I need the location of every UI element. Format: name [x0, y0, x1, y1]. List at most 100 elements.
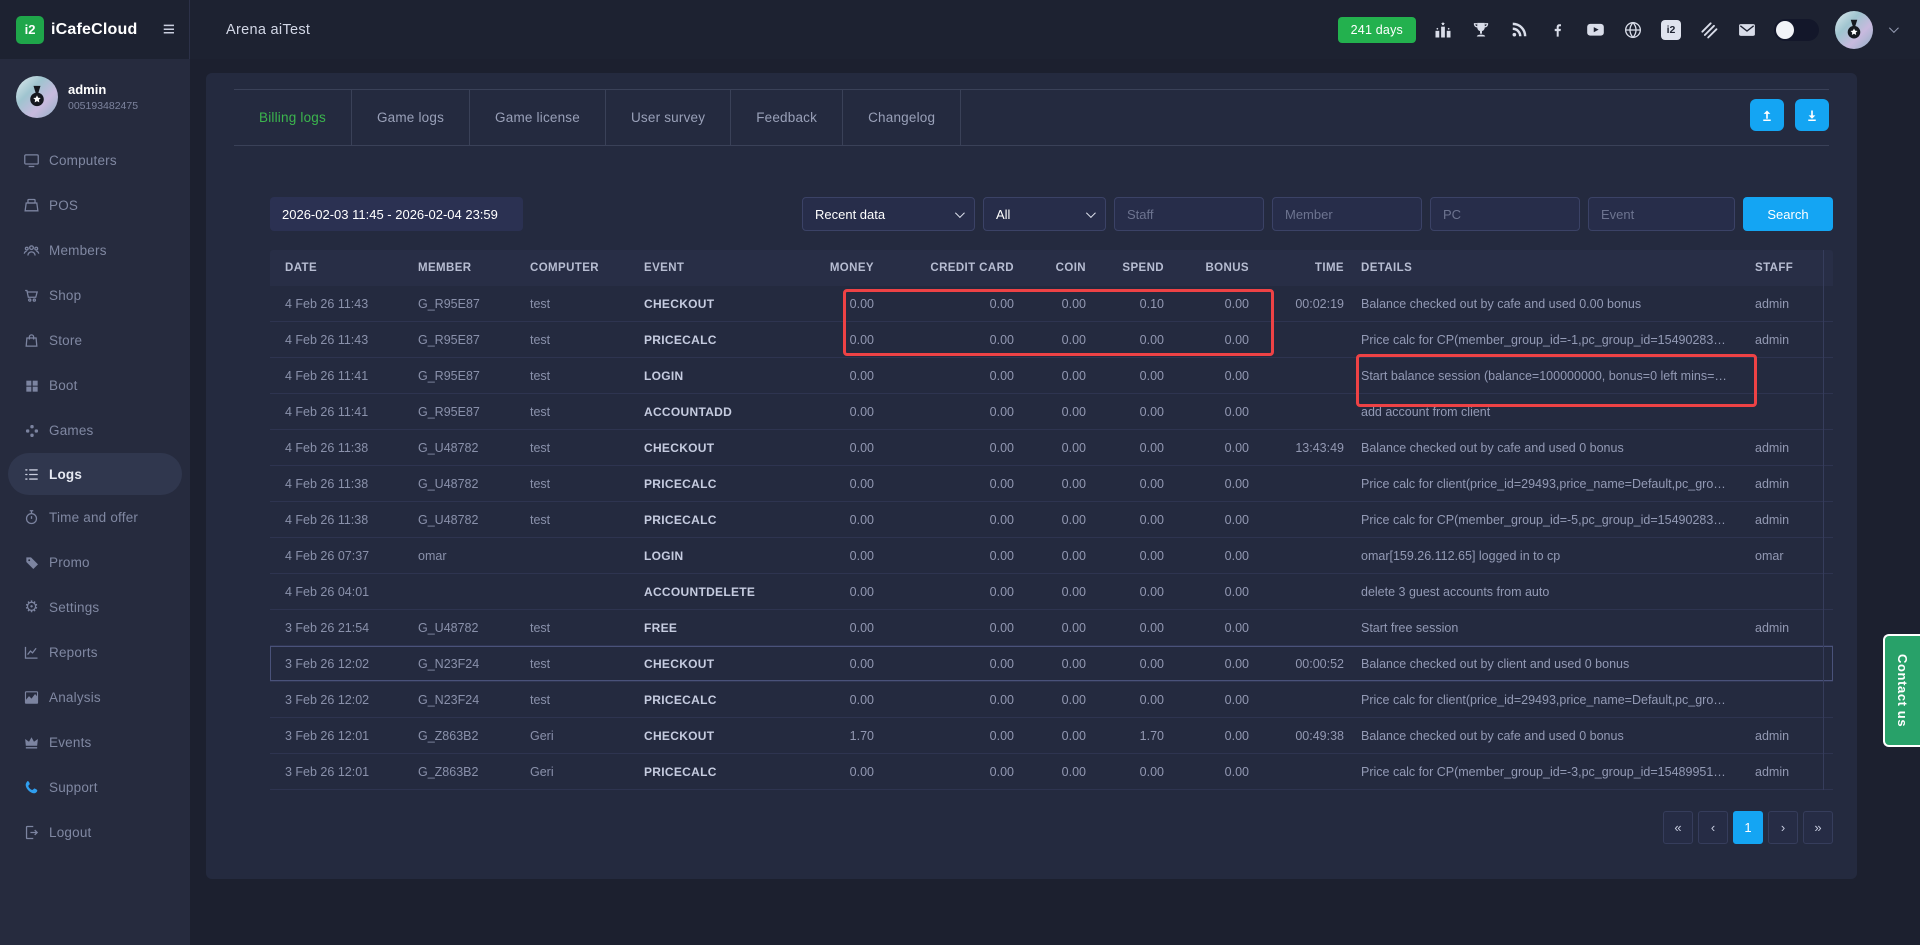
- sidebar-item-time-and-offer[interactable]: Time and offer: [0, 495, 190, 540]
- page-1-button[interactable]: 1: [1733, 811, 1763, 844]
- pc-input[interactable]: [1430, 197, 1580, 231]
- page-prev-button[interactable]: ‹: [1698, 811, 1728, 844]
- tab-feedback[interactable]: Feedback: [731, 90, 843, 145]
- staff-input[interactable]: [1114, 197, 1264, 231]
- cell-spend: 0.00: [1088, 477, 1166, 491]
- list-icon: [23, 466, 40, 483]
- topbar-actions: 241 days i2: [1338, 11, 1896, 49]
- cell-spend: 1.70: [1088, 729, 1166, 743]
- sidebar-item-analysis[interactable]: Analysis: [0, 675, 190, 720]
- facebook-icon[interactable]: [1546, 19, 1568, 41]
- tab-game-license[interactable]: Game license: [470, 90, 606, 145]
- table-row: 3 Feb 26 12:02 G_N23F24 test CHECKOUT 0.…: [270, 646, 1833, 682]
- mail-icon[interactable]: [1736, 19, 1758, 41]
- tab-changelog[interactable]: Changelog: [843, 90, 961, 145]
- trophy-icon[interactable]: [1470, 19, 1492, 41]
- cell-event: FREE: [629, 621, 782, 635]
- upload-icon: [1758, 106, 1776, 124]
- theme-toggle[interactable]: [1774, 19, 1819, 41]
- event-input[interactable]: [1588, 197, 1735, 231]
- sidebar-item-shop[interactable]: Shop: [0, 273, 190, 318]
- cell-credit-card: 0.00: [876, 441, 1016, 455]
- cell-details: Price calc for client(price_id=29493,pri…: [1346, 477, 1740, 491]
- cell-date: 3 Feb 26 12:01: [270, 729, 403, 743]
- cell-computer: test: [515, 369, 629, 383]
- cell-money: 0.00: [782, 693, 876, 707]
- table-header: DATE MEMBER COMPUTER EVENT MONEY CREDIT …: [270, 250, 1833, 286]
- cell-bonus: 0.00: [1166, 657, 1251, 671]
- cell-credit-card: 0.00: [876, 729, 1016, 743]
- cell-spend: 0.00: [1088, 441, 1166, 455]
- search-button[interactable]: Search: [1743, 197, 1833, 231]
- cell-bonus: 0.00: [1166, 765, 1251, 779]
- member-input[interactable]: [1272, 197, 1422, 231]
- cell-bonus: 0.00: [1166, 369, 1251, 383]
- cell-member: G_N23F24: [403, 657, 515, 671]
- tab-game-logs[interactable]: Game logs: [352, 90, 470, 145]
- cell-bonus: 0.00: [1166, 729, 1251, 743]
- page-next-button[interactable]: ›: [1768, 811, 1798, 844]
- cell-computer: test: [515, 405, 629, 419]
- profile-name: admin: [68, 82, 138, 97]
- sidebar-item-games[interactable]: Games: [0, 408, 190, 453]
- cell-bonus: 0.00: [1166, 693, 1251, 707]
- cell-credit-card: 0.00: [876, 621, 1016, 635]
- contact-us-tab[interactable]: Contact us: [1883, 634, 1920, 747]
- cell-spend: 0.00: [1088, 333, 1166, 347]
- cell-member: G_U48782: [403, 477, 515, 491]
- hamburger-menu-icon[interactable]: ≡: [163, 19, 175, 40]
- sidebar-item-members[interactable]: Members: [0, 228, 190, 273]
- cell-date: 4 Feb 26 11:43: [270, 333, 403, 347]
- main-content: Billing logs Game logs Game license User…: [190, 59, 1920, 945]
- cell-date: 4 Feb 26 04:01: [270, 585, 403, 599]
- rss-icon[interactable]: [1508, 19, 1530, 41]
- sidebar-item-pos[interactable]: POS: [0, 183, 190, 228]
- sidebar-item-events[interactable]: Events: [0, 720, 190, 765]
- license-days-badge[interactable]: 241 days: [1338, 17, 1416, 43]
- tab-billing-logs[interactable]: Billing logs: [234, 90, 352, 145]
- cell-event: CHECKOUT: [629, 297, 782, 311]
- sidebar-item-boot[interactable]: Boot: [0, 363, 190, 408]
- user-avatar[interactable]: [1835, 11, 1873, 49]
- youtube-icon[interactable]: [1584, 19, 1606, 41]
- upload-button[interactable]: [1750, 99, 1784, 131]
- globe-icon[interactable]: [1622, 19, 1644, 41]
- sidebar-item-logs[interactable]: Logs: [8, 453, 182, 495]
- ranking-icon[interactable]: [1432, 19, 1454, 41]
- cell-date: 3 Feb 26 12:02: [270, 693, 403, 707]
- cell-money: 1.70: [782, 729, 876, 743]
- sidebar-item-logout[interactable]: Logout: [0, 810, 190, 855]
- cell-event: PRICECALC: [629, 477, 782, 491]
- cell-time: 00:02:19: [1251, 297, 1346, 311]
- cell-details: omar[159.26.112.65] logged in to cp: [1346, 549, 1740, 563]
- icafecloud-icon[interactable]: i2: [1660, 19, 1682, 41]
- waves-icon[interactable]: [1698, 19, 1720, 41]
- sidebar-item-reports[interactable]: Reports: [0, 630, 190, 675]
- cell-money: 0.00: [782, 585, 876, 599]
- page-first-button[interactable]: «: [1663, 811, 1693, 844]
- cell-bonus: 0.00: [1166, 621, 1251, 635]
- cell-member: G_U48782: [403, 513, 515, 527]
- page-last-button[interactable]: »: [1803, 811, 1833, 844]
- sidebar-item-computers[interactable]: Computers: [0, 138, 190, 183]
- event-type-select[interactable]: All: [983, 197, 1106, 231]
- chevron-down-icon[interactable]: [1889, 23, 1899, 33]
- cell-event: CHECKOUT: [629, 729, 782, 743]
- tab-user-survey[interactable]: User survey: [606, 90, 731, 145]
- profile-id: 005193482475: [68, 100, 138, 112]
- cell-event: PRICECALC: [629, 693, 782, 707]
- sidebar-item-promo[interactable]: Promo: [0, 540, 190, 585]
- cell-date: 4 Feb 26 11:41: [270, 369, 403, 383]
- sidebar-item-settings[interactable]: ⚙ Settings: [0, 585, 190, 630]
- table-row: 4 Feb 26 11:41 G_R95E87 test LOGIN 0.00 …: [270, 358, 1833, 394]
- cell-time: 00:49:38: [1251, 729, 1346, 743]
- sidebar-item-support[interactable]: Support: [0, 765, 190, 810]
- download-button[interactable]: [1795, 99, 1829, 131]
- profile[interactable]: admin 005193482475: [0, 59, 190, 128]
- recent-data-select[interactable]: Recent data: [802, 197, 975, 231]
- cell-money: 0.00: [782, 297, 876, 311]
- date-range-input[interactable]: [270, 197, 523, 231]
- cell-spend: 0.00: [1088, 585, 1166, 599]
- windows-icon: [23, 377, 40, 394]
- sidebar-item-store[interactable]: Store: [0, 318, 190, 363]
